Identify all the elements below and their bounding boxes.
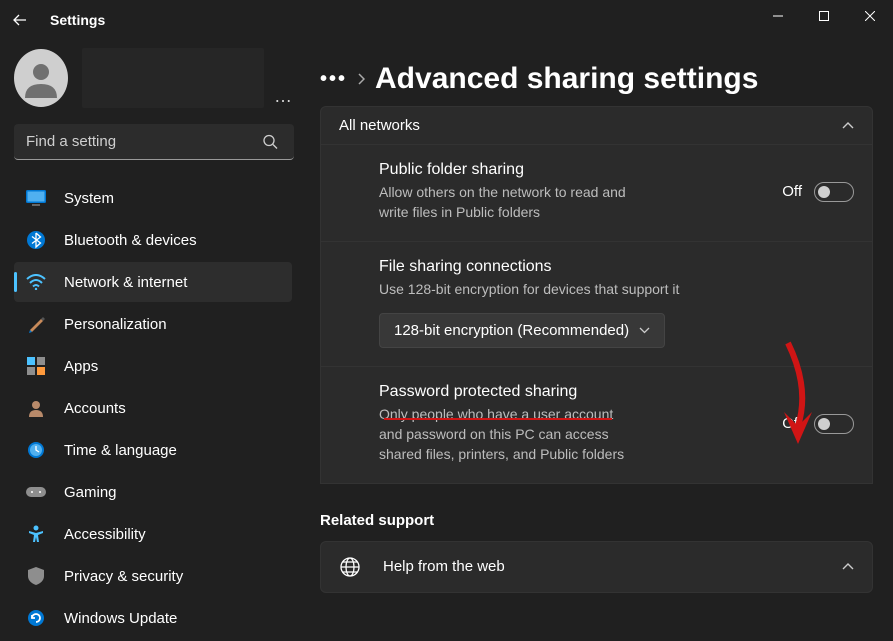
group-header-all-networks[interactable]: All networks (320, 106, 873, 145)
sidebar: … System Bluetooth & devices Network & i… (0, 40, 300, 641)
maximize-button[interactable] (801, 0, 847, 32)
sidebar-item-system[interactable]: System (14, 178, 292, 218)
public-folder-toggle[interactable] (814, 182, 854, 202)
nav-label: Time & language (64, 442, 177, 459)
search-icon (263, 135, 278, 150)
wifi-icon (26, 272, 46, 292)
setting-public-folder-sharing: Public folder sharing Allow others on th… (320, 145, 873, 242)
user-more-icon: … (274, 86, 292, 107)
group-header-label: All networks (339, 117, 420, 134)
search-input[interactable] (14, 124, 294, 160)
setting-file-sharing-connections: File sharing connections Use 128-bit enc… (320, 242, 873, 367)
setting-password-protected-sharing: Password protected sharing Only people w… (320, 367, 873, 484)
setting-description: Use 128-bit encryption for devices that … (379, 279, 854, 299)
clock-globe-icon (26, 440, 46, 460)
toggle-state-label: Off (782, 415, 802, 432)
nav-label: Accounts (64, 400, 126, 417)
setting-description: Only people who have a user account and … (379, 404, 629, 465)
nav-label: Accessibility (64, 526, 146, 543)
setting-title: Password protected sharing (379, 383, 766, 401)
sidebar-item-privacy[interactable]: Privacy & security (14, 556, 292, 596)
sidebar-item-accounts[interactable]: Accounts (14, 388, 292, 428)
nav-label: Privacy & security (64, 568, 183, 585)
sidebar-item-bluetooth[interactable]: Bluetooth & devices (14, 220, 292, 260)
help-label: Help from the web (383, 558, 505, 575)
back-button[interactable] (0, 0, 40, 40)
sidebar-item-network[interactable]: Network & internet (14, 262, 292, 302)
sidebar-item-apps[interactable]: Apps (14, 346, 292, 386)
shield-icon (26, 566, 46, 586)
bluetooth-icon (26, 230, 46, 250)
user-info-redacted (82, 48, 264, 108)
content-area: ••• Advanced sharing settings All networ… (300, 40, 893, 641)
password-sharing-toggle[interactable] (814, 414, 854, 434)
chevron-up-icon (842, 122, 854, 130)
nav-label: System (64, 190, 114, 207)
toggle-state-label: Off (782, 183, 802, 200)
annotation-underline (384, 418, 612, 420)
setting-description: Allow others on the network to read and … (379, 182, 629, 223)
apps-icon (26, 356, 46, 376)
chevron-right-icon (357, 73, 365, 85)
nav-label: Network & internet (64, 274, 187, 291)
gamepad-icon (26, 482, 46, 502)
related-support-header: Related support (320, 512, 873, 529)
chevron-up-icon (842, 563, 854, 571)
setting-title: File sharing connections (379, 258, 854, 276)
update-icon (26, 608, 46, 628)
nav-label: Personalization (64, 316, 167, 333)
globe-icon (339, 556, 361, 578)
monitor-icon (26, 188, 46, 208)
minimize-button[interactable] (755, 0, 801, 32)
encryption-dropdown[interactable]: 128-bit encryption (Recommended) (379, 313, 665, 348)
paintbrush-icon (26, 314, 46, 334)
accessibility-icon (26, 524, 46, 544)
dropdown-value: 128-bit encryption (Recommended) (394, 322, 629, 339)
sidebar-item-personalization[interactable]: Personalization (14, 304, 292, 344)
page-title: Advanced sharing settings (375, 62, 758, 96)
nav-label: Gaming (64, 484, 117, 501)
user-account-row[interactable]: … (14, 48, 292, 108)
sidebar-item-update[interactable]: Windows Update (14, 598, 292, 638)
nav-label: Windows Update (64, 610, 177, 627)
setting-title: Public folder sharing (379, 161, 766, 179)
chevron-down-icon (639, 327, 650, 334)
sidebar-item-accessibility[interactable]: Accessibility (14, 514, 292, 554)
help-from-web[interactable]: Help from the web (320, 541, 873, 593)
avatar (14, 49, 68, 107)
app-title: Settings (50, 12, 105, 28)
breadcrumb-ellipsis[interactable]: ••• (320, 68, 347, 91)
sidebar-item-gaming[interactable]: Gaming (14, 472, 292, 512)
sidebar-item-time[interactable]: Time & language (14, 430, 292, 470)
nav-label: Bluetooth & devices (64, 232, 197, 249)
person-icon (26, 398, 46, 418)
close-button[interactable] (847, 0, 893, 32)
nav-label: Apps (64, 358, 98, 375)
